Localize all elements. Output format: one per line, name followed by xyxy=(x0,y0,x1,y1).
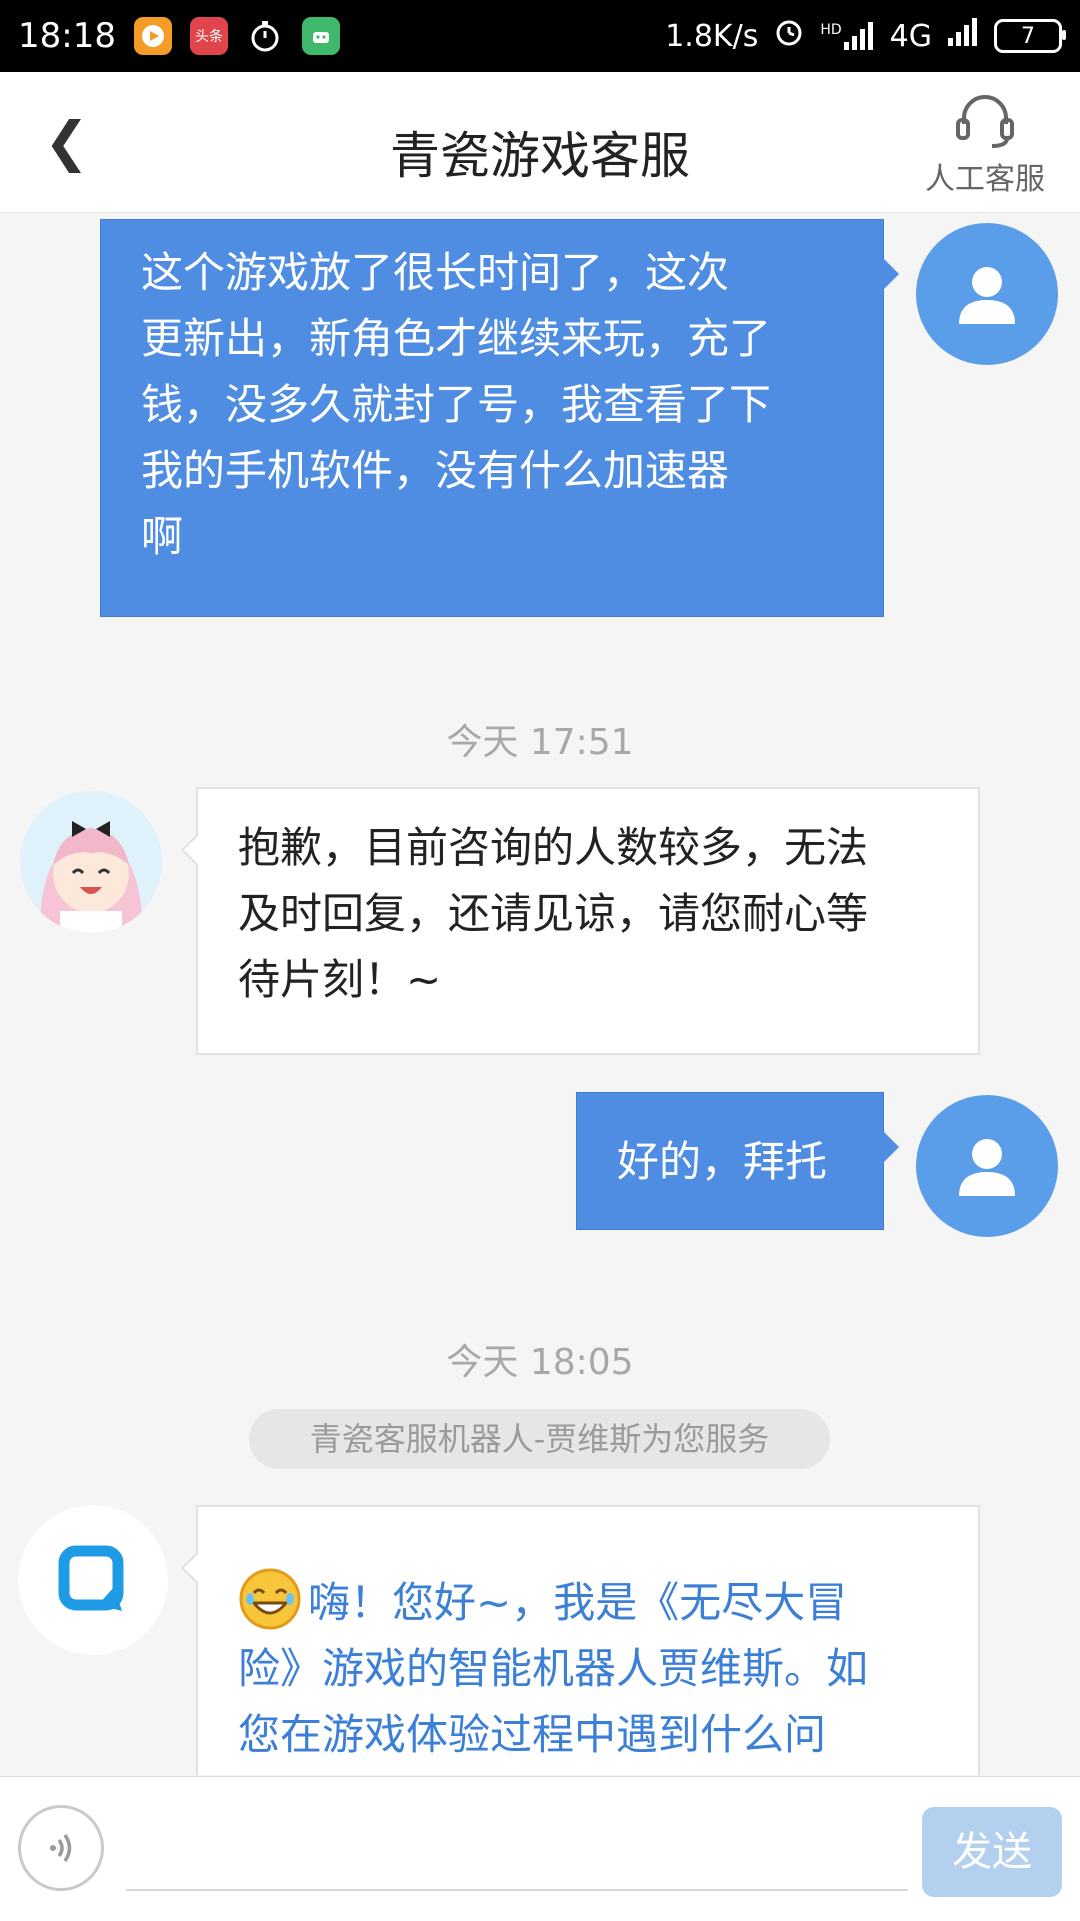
message-line: 啊 xyxy=(141,512,184,561)
agent-message-bubble[interactable]: 抱歉，目前咨询的人数较多，无法 及时回复，还请见谅，请您耐心等 待片刻！~ xyxy=(181,787,980,1055)
human-service-label: 人工客服 xyxy=(925,162,1045,197)
alarm-icon xyxy=(774,17,804,55)
network-type: 4G xyxy=(889,18,932,54)
voice-input-button[interactable] xyxy=(18,1805,104,1891)
bot-message-first-line: 嗨！您好~，我是《无尽大冒 xyxy=(238,1567,938,1636)
human-service-button[interactable]: 人工客服 xyxy=(920,90,1050,198)
battery-icon: 7 xyxy=(994,19,1066,53)
bot-logo-icon xyxy=(58,1545,124,1611)
bot-avatar[interactable] xyxy=(18,1505,168,1655)
anime-girl-avatar-icon xyxy=(20,791,162,933)
voice-wave-icon xyxy=(50,1834,72,1862)
message-line: 好的，拜托 xyxy=(617,1137,828,1186)
service-notice: 青瓷客服机器人-贾维斯为您服务 xyxy=(249,1409,830,1469)
battery-level: 7 xyxy=(1021,23,1035,49)
message-line: 险》游戏的智能机器人贾维斯。如 xyxy=(238,1644,869,1693)
video-app-icon xyxy=(133,17,172,55)
message-line: 更新出，新角色才继续来玩，充了 xyxy=(141,314,772,363)
agent-avatar[interactable] xyxy=(20,791,162,933)
toutiao-app-icon: 头条 xyxy=(189,17,228,55)
message-timestamp: 今天 18:05 xyxy=(446,1342,634,1383)
hd-label: HD xyxy=(820,22,842,38)
user-avatar-icon xyxy=(959,1139,1015,1196)
status-bar: 18:18 头条 1.8K/s HD 4G 7 xyxy=(0,0,1080,72)
toutiao-app-label: 头条 xyxy=(194,29,223,45)
user-avatar[interactable] xyxy=(916,1095,1058,1237)
signal-icon xyxy=(948,18,978,54)
status-time: 18:18 xyxy=(18,16,116,56)
message-timestamp: 今天 17:51 xyxy=(446,722,634,763)
stopwatch-icon xyxy=(246,17,284,55)
input-bar: 发送 xyxy=(0,1776,1080,1921)
message-input[interactable] xyxy=(126,1847,908,1891)
message-line: 这个游戏放了很长时间了，这次 xyxy=(141,248,730,297)
page-title: 青瓷游戏客服 xyxy=(390,127,690,185)
user-avatar-icon xyxy=(959,267,1015,324)
headset-icon xyxy=(920,90,1050,150)
message-line: 钱，没多久就封了号，我查看了下 xyxy=(141,380,772,429)
message-line: 嗨！您好~，我是《无尽大冒 xyxy=(308,1578,848,1627)
user-message-bubble[interactable]: 这个游戏放了很长时间了，这次 更新出，新角色才继续来玩，充了 钱，没多久就封了号… xyxy=(100,219,899,617)
chat-header: ❮ 青瓷游戏客服 人工客服 xyxy=(0,72,1080,213)
user-message-bubble[interactable]: 好的，拜托 xyxy=(576,1092,899,1230)
user-avatar[interactable] xyxy=(916,223,1058,365)
net-speed: 1.8K/s xyxy=(665,18,759,54)
message-line: 及时回复，还请见谅，请您耐心等 xyxy=(238,889,869,938)
android-app-icon xyxy=(301,17,340,55)
chat-message-list[interactable]: 这个游戏放了很长时间了，这次 更新出，新角色才继续来玩，充了 钱，没多久就封了号… xyxy=(0,213,1080,1775)
message-line: 抱歉，目前咨询的人数较多，无法 xyxy=(238,823,869,872)
message-line: 待片刻！~ xyxy=(238,955,442,1004)
message-line: 您在游戏体验过程中遇到什么问 xyxy=(238,1710,827,1759)
signal-hd-icon: HD xyxy=(820,22,873,50)
laughing-emoji-icon xyxy=(239,1568,301,1630)
send-button[interactable]: 发送 xyxy=(922,1807,1062,1897)
message-line: 我的手机软件，没有什么加速器 xyxy=(141,446,730,495)
bot-message-bubble[interactable]: 嗨！您好~，我是《无尽大冒 险》游戏的智能机器人贾维斯。如 您在游戏体验过程中遇… xyxy=(181,1505,980,1775)
